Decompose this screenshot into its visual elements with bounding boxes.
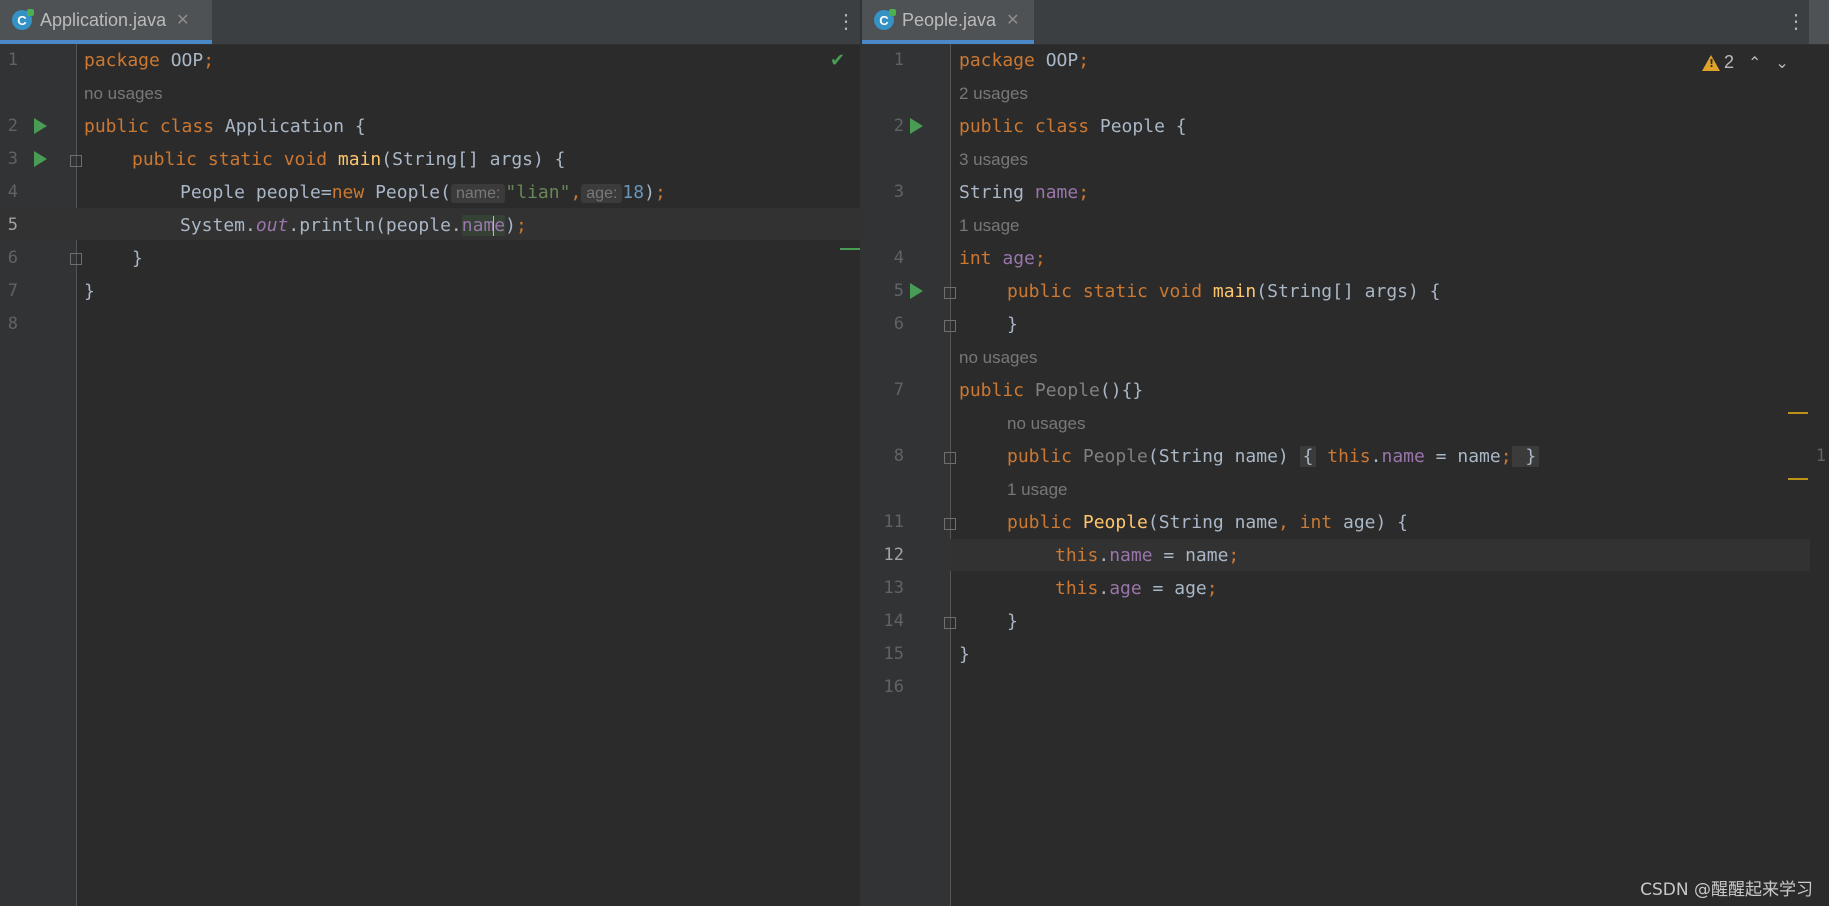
code-line-2[interactable]: public class People { — [959, 116, 1187, 138]
code-line-2[interactable]: public class Application { — [84, 116, 366, 138]
code-line-11[interactable]: public People(String name, int age) { — [1007, 512, 1408, 534]
usage-hint[interactable]: 1 usage — [1007, 480, 1068, 500]
run-icon[interactable] — [910, 118, 923, 134]
usage-hint[interactable]: no usages — [1007, 414, 1085, 434]
line-number: 5 — [7, 215, 18, 235]
code-line-12[interactable]: this.name = name; — [1055, 545, 1239, 567]
line-number: 4 — [893, 248, 904, 268]
tab-application-java[interactable]: C Application.java ✕ — [0, 0, 212, 44]
line-number: 14 — [883, 611, 904, 631]
code-line-4[interactable]: People people=new People(name: "lian", age… — [180, 182, 666, 205]
left-tab-bar: C Application.java ✕ ⋮ — [0, 0, 860, 45]
line-number: 16 — [883, 677, 904, 697]
run-icon[interactable] — [34, 151, 47, 167]
code-line-7[interactable]: } — [84, 281, 95, 303]
more-options-icon[interactable]: ⋮ — [1786, 10, 1806, 34]
line-number: 13 — [883, 578, 904, 598]
fold-expand-icon[interactable] — [944, 452, 956, 464]
usage-hint[interactable]: no usages — [84, 84, 162, 104]
line-number: 12 — [883, 545, 904, 565]
code-line-4[interactable]: int age; — [959, 248, 1046, 270]
code-line-7[interactable]: public People(){} — [959, 380, 1143, 402]
no-problems-check-icon[interactable]: ✔ — [830, 50, 845, 71]
run-icon[interactable] — [910, 283, 923, 299]
java-class-icon: C — [874, 9, 896, 30]
left-editor-pane: C Application.java ✕ ⋮ 1 2 3 4 5 6 7 8 p… — [0, 0, 860, 906]
adjacent-pane-line-number: 1 — [1815, 446, 1826, 466]
tab-label: Application.java — [40, 9, 167, 30]
close-icon[interactable]: ✕ — [1006, 10, 1019, 30]
code-line-5[interactable]: public static void main(String[] args) { — [1007, 281, 1441, 303]
watermark: CSDN @醒醒起来学习 — [1640, 880, 1813, 900]
fold-icon[interactable] — [944, 320, 956, 332]
usage-hint[interactable]: 1 usage — [959, 216, 1020, 236]
code-line-1[interactable]: package OOP; — [84, 50, 214, 72]
code-line-15[interactable]: } — [959, 644, 970, 666]
warning-scroll-marker[interactable] — [1788, 412, 1808, 414]
line-number: 7 — [7, 281, 18, 301]
usage-hint[interactable]: 2 usages — [959, 84, 1028, 104]
fold-icon[interactable] — [944, 287, 956, 299]
line-number: 3 — [7, 149, 18, 169]
tab-label: People.java — [902, 9, 997, 30]
line-number: 4 — [7, 182, 18, 202]
left-gutter — [0, 44, 76, 906]
code-line-8[interactable]: public People(String name) { this.name =… — [1007, 446, 1540, 468]
warning-icon — [1702, 54, 1720, 71]
code-line-5[interactable]: System.out.println(people.name); — [180, 215, 527, 237]
right-editor-pane: C People.java ✕ ⋮ 1 2 3 4 5 6 7 8 11 1 2 … — [862, 0, 1829, 906]
warning-scroll-marker[interactable] — [1788, 478, 1808, 480]
left-gutter-separator — [76, 44, 77, 906]
code-line-6[interactable]: } — [132, 248, 143, 270]
right-tab-bar: C People.java ✕ ⋮ — [862, 0, 1829, 45]
warning-count: 2 — [1724, 52, 1735, 72]
line-number: 8 — [893, 446, 904, 466]
line-number: 6 — [893, 314, 904, 334]
folded-region-end: } — [1511, 446, 1540, 467]
line-number: 15 — [883, 644, 904, 664]
right-gutter-separator — [950, 44, 951, 906]
scroll-marker[interactable] — [840, 248, 860, 250]
line-number: 11 — [883, 512, 904, 532]
line-number: 2 — [7, 116, 18, 136]
line-number: 7 — [893, 380, 904, 400]
code-line-6[interactable]: } — [1007, 314, 1018, 336]
line-number: 5 — [893, 281, 904, 301]
line-number: 1 — [7, 50, 18, 70]
code-line-13[interactable]: this.age = age; — [1055, 578, 1218, 600]
fold-icon[interactable] — [944, 518, 956, 530]
code-line-3[interactable]: public static void main(String[] args) { — [132, 149, 566, 171]
param-hint-age: age: — [581, 184, 623, 203]
usage-hint[interactable]: no usages — [959, 348, 1037, 368]
line-number: 8 — [7, 314, 18, 334]
chevron-up-icon[interactable]: ⌃ — [1748, 53, 1761, 73]
close-icon[interactable]: ✕ — [176, 10, 189, 30]
chevron-down-icon[interactable]: ⌄ — [1775, 53, 1788, 73]
usage-hint[interactable]: 3 usages — [959, 150, 1028, 170]
line-number: 6 — [7, 248, 18, 268]
java-class-icon: C — [12, 9, 34, 30]
tab-people-java[interactable]: C People.java ✕ — [862, 0, 1034, 44]
fold-icon[interactable] — [70, 253, 82, 265]
code-line-1[interactable]: package OOP; — [959, 50, 1089, 72]
line-number: 1 — [893, 50, 904, 70]
right-gutter — [862, 44, 950, 906]
fold-icon[interactable] — [944, 617, 956, 629]
inspection-widget[interactable]: 2 ⌃ ⌄ — [1702, 52, 1789, 73]
code-line-3[interactable]: String name; — [959, 182, 1089, 204]
param-hint-name: name: — [450, 184, 506, 203]
fold-icon[interactable] — [70, 155, 82, 167]
more-options-icon[interactable]: ⋮ — [836, 10, 856, 34]
folded-region-start: { — [1299, 446, 1317, 467]
code-line-14[interactable]: } — [1007, 611, 1018, 633]
next-tab-edge[interactable] — [1809, 0, 1829, 44]
line-number: 2 — [893, 116, 904, 136]
line-number: 3 — [893, 182, 904, 202]
run-icon[interactable] — [34, 118, 47, 134]
